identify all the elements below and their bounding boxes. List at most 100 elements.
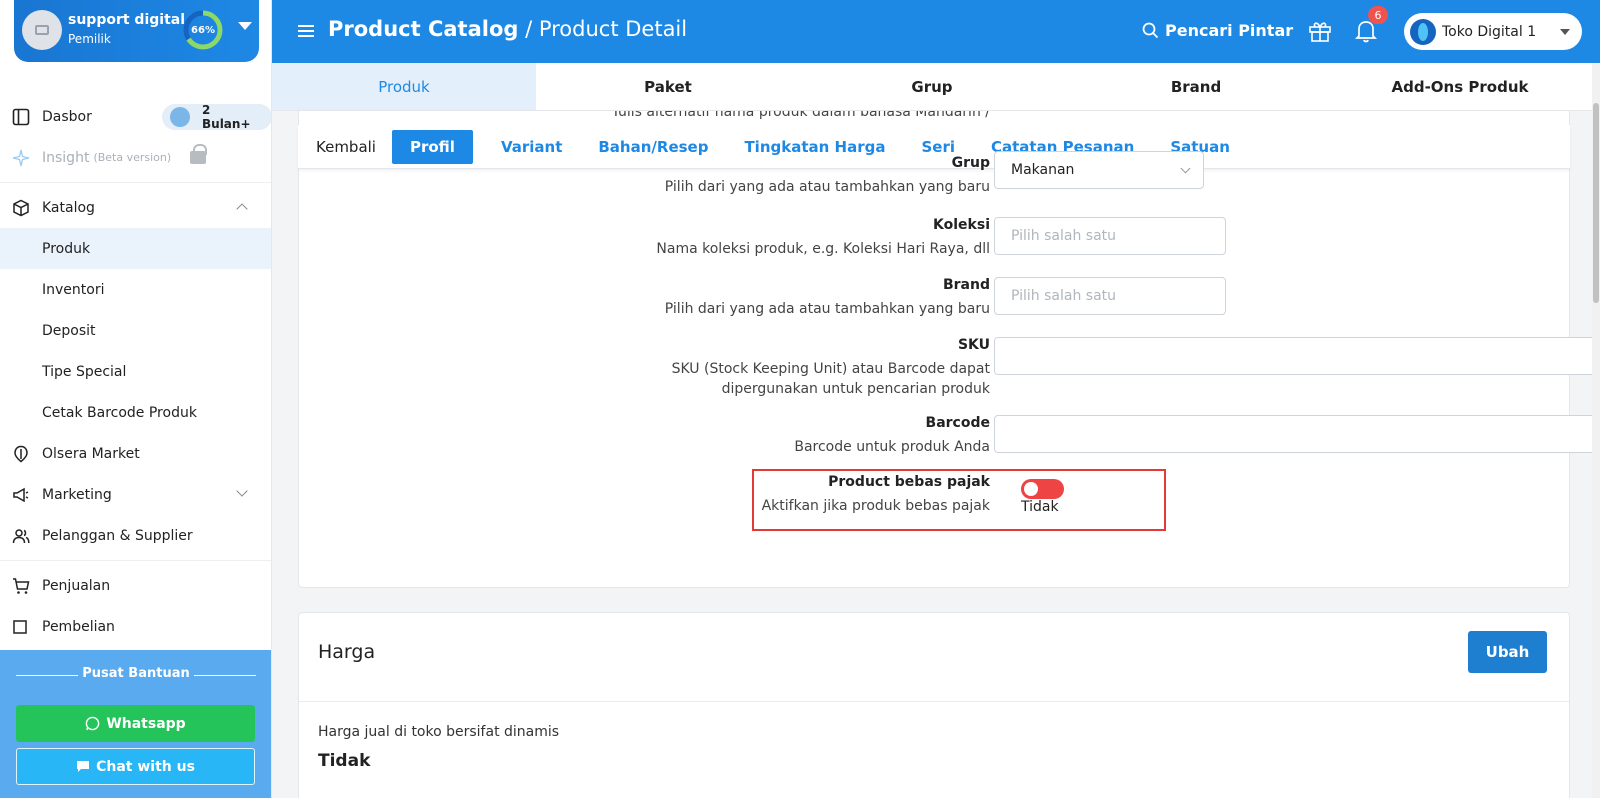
subtab-profil[interactable]: Profil (391, 129, 473, 164)
barcode-label-block: Barcode Barcode untuk produk Anda (570, 415, 990, 457)
barcode-input[interactable] (994, 415, 1592, 453)
sidebar-item-tipe-special[interactable]: Tipe Special (0, 351, 271, 392)
notification-count-badge: 6 (1368, 6, 1388, 24)
store-logo-icon (1410, 19, 1436, 45)
sidebar-item-label: Tipe Special (42, 363, 127, 380)
tab-paket[interactable]: Paket (536, 63, 800, 110)
edit-price-button[interactable]: Ubah (1468, 631, 1547, 673)
tax-free-state: Tidak (1021, 499, 1059, 515)
sku-hint-line-2: dipergunakan untuk pencarian produk (721, 381, 990, 397)
grup-select[interactable]: Makanan (994, 151, 1204, 189)
caret-down-icon (1560, 29, 1570, 35)
sku-hint-line-1: SKU (Stock Keeping Unit) atau Barcode da… (671, 361, 990, 377)
sidebar-item-penjualan[interactable]: Penjualan (0, 565, 271, 606)
sidebar-item-label: Produk (42, 240, 91, 257)
beta-label: (Beta version) (93, 151, 172, 164)
divider (0, 182, 271, 183)
help-center: Pusat Bantuan Whatsapp Chat with us (0, 650, 271, 798)
page-scrollbar[interactable] (1592, 63, 1600, 798)
sidebar-item-katalog[interactable]: Katalog (0, 187, 271, 228)
divider (0, 560, 271, 561)
sidebar-nav: Dasbor 2 Bulan+ Insight (Beta version) K… (0, 96, 271, 647)
store-name: Toko Digital 1 (1442, 23, 1537, 40)
sidebar-item-label: Marketing (42, 486, 112, 503)
sidebar-item-marketing[interactable]: Marketing (0, 474, 271, 515)
sidebar-item-pelanggan[interactable]: Pelanggan & Supplier (0, 515, 271, 556)
price-card (298, 612, 1570, 798)
barcode-label: Barcode (925, 415, 990, 431)
koleksi-hint: Nama koleksi produk, e.g. Koleksi Hari R… (656, 241, 990, 257)
tab-grup[interactable]: Grup (800, 63, 1064, 110)
chevron-down-icon (236, 485, 248, 497)
grup-label: Grup (951, 155, 990, 171)
sidebar-item-label: Penjualan (42, 577, 111, 594)
sidebar-item-insight[interactable]: Insight (Beta version) (0, 137, 271, 178)
sidebar-item-produk[interactable]: Produk (0, 228, 271, 269)
price-note: Harga jual di toko bersifat dinamis (318, 724, 560, 740)
sidebar-item-label: Dasbor (42, 108, 92, 125)
tab-add-ons[interactable]: Add-Ons Produk (1328, 63, 1592, 110)
box-icon (13, 199, 29, 217)
brand-hint: Pilih dari yang ada atau tambahkan yang … (664, 301, 990, 317)
sidebar-item-label: Deposit (42, 322, 96, 339)
koleksi-label-block: Koleksi Nama koleksi produk, e.g. Koleks… (570, 217, 990, 259)
koleksi-placeholder: Pilih salah satu (1011, 228, 1117, 244)
whatsapp-label: Whatsapp (106, 715, 186, 732)
brand-placeholder: Pilih salah satu (1011, 288, 1117, 304)
koleksi-select[interactable]: Pilih salah satu (994, 217, 1226, 255)
sidebar-item-deposit[interactable]: Deposit (0, 310, 271, 351)
profile-progress-label: 66% (191, 24, 215, 36)
top-header: Product Catalog / Product Detail Pencari… (272, 0, 1600, 63)
sidebar-item-label: Inventori (42, 281, 105, 298)
subscription-badge[interactable]: 2 Bulan+ (162, 103, 271, 131)
user-role: Pemilik (68, 32, 111, 46)
sidebar: support digital Pemilik 66% Dasbor 2 Bul… (0, 0, 272, 798)
brand-select[interactable]: Pilih salah satu (994, 277, 1226, 315)
user-card[interactable]: support digital Pemilik 66% (14, 0, 259, 62)
hamburger-menu-icon[interactable] (298, 25, 314, 37)
id-card-icon (35, 25, 49, 35)
barcode-hint: Barcode untuk produk Anda (794, 439, 990, 455)
grup-hint: Pilih dari yang ada atau tambahkan yang … (664, 179, 990, 195)
tab-produk[interactable]: Produk (272, 63, 536, 110)
breadcrumb-catalog[interactable]: Product Catalog (328, 17, 518, 41)
price-section-title: Harga (318, 641, 376, 663)
tax-free-hint: Aktifkan jika produk bebas pajak (761, 498, 990, 514)
sparkle-icon (12, 149, 30, 167)
breadcrumb-detail: / Product Detail (518, 17, 688, 41)
avatar (22, 10, 62, 50)
smart-search-button[interactable]: Pencari Pintar (1142, 21, 1293, 40)
store-selector[interactable]: Toko Digital 1 (1404, 13, 1582, 50)
brand-label-block: Brand Pilih dari yang ada atau tambahkan… (570, 277, 990, 319)
scrollbar-thumb[interactable] (1593, 103, 1599, 303)
users-icon (12, 529, 30, 544)
sidebar-item-label: Katalog (42, 199, 95, 216)
alt-name-hint: Tulis alternatif nama produk dalam bahas… (611, 111, 990, 120)
grup-label-block: Grup Pilih dari yang ada atau tambahkan … (570, 155, 990, 197)
chevron-down-icon (1180, 163, 1191, 174)
catalog-tabs: Produk Paket Grup Brand Add-Ons Produk (272, 63, 1592, 111)
chat-button[interactable]: Chat with us (16, 748, 255, 785)
tab-brand[interactable]: Brand (1064, 63, 1328, 110)
divider (299, 701, 1569, 702)
tax-free-toggle[interactable] (1021, 479, 1064, 499)
whatsapp-icon (86, 716, 100, 731)
user-name: support digital (68, 12, 186, 28)
sidebar-layout-icon (12, 108, 30, 126)
chat-bubble-icon (77, 761, 90, 772)
sidebar-item-label: Cetak Barcode Produk (42, 404, 197, 421)
sidebar-item-inventori[interactable]: Inventori (0, 269, 271, 310)
sidebar-item-cetak-barcode[interactable]: Cetak Barcode Produk (0, 392, 271, 433)
gift-icon[interactable] (1308, 20, 1332, 42)
sku-input[interactable] (994, 337, 1592, 375)
chevron-up-icon (236, 203, 248, 215)
price-value: Tidak (318, 751, 371, 771)
back-button[interactable]: Kembali (298, 130, 392, 164)
help-center-title: Pusat Bantuan (16, 666, 256, 681)
subtab-variant[interactable]: Variant (483, 130, 580, 164)
sidebar-item-dasbor[interactable]: Dasbor 2 Bulan+ (0, 96, 271, 137)
whatsapp-button[interactable]: Whatsapp (16, 705, 255, 742)
sidebar-item-olsera-market[interactable]: Olsera Market (0, 433, 271, 474)
sidebar-item-pembelian[interactable]: Pembelian (0, 606, 271, 647)
caret-down-icon[interactable] (238, 22, 252, 30)
